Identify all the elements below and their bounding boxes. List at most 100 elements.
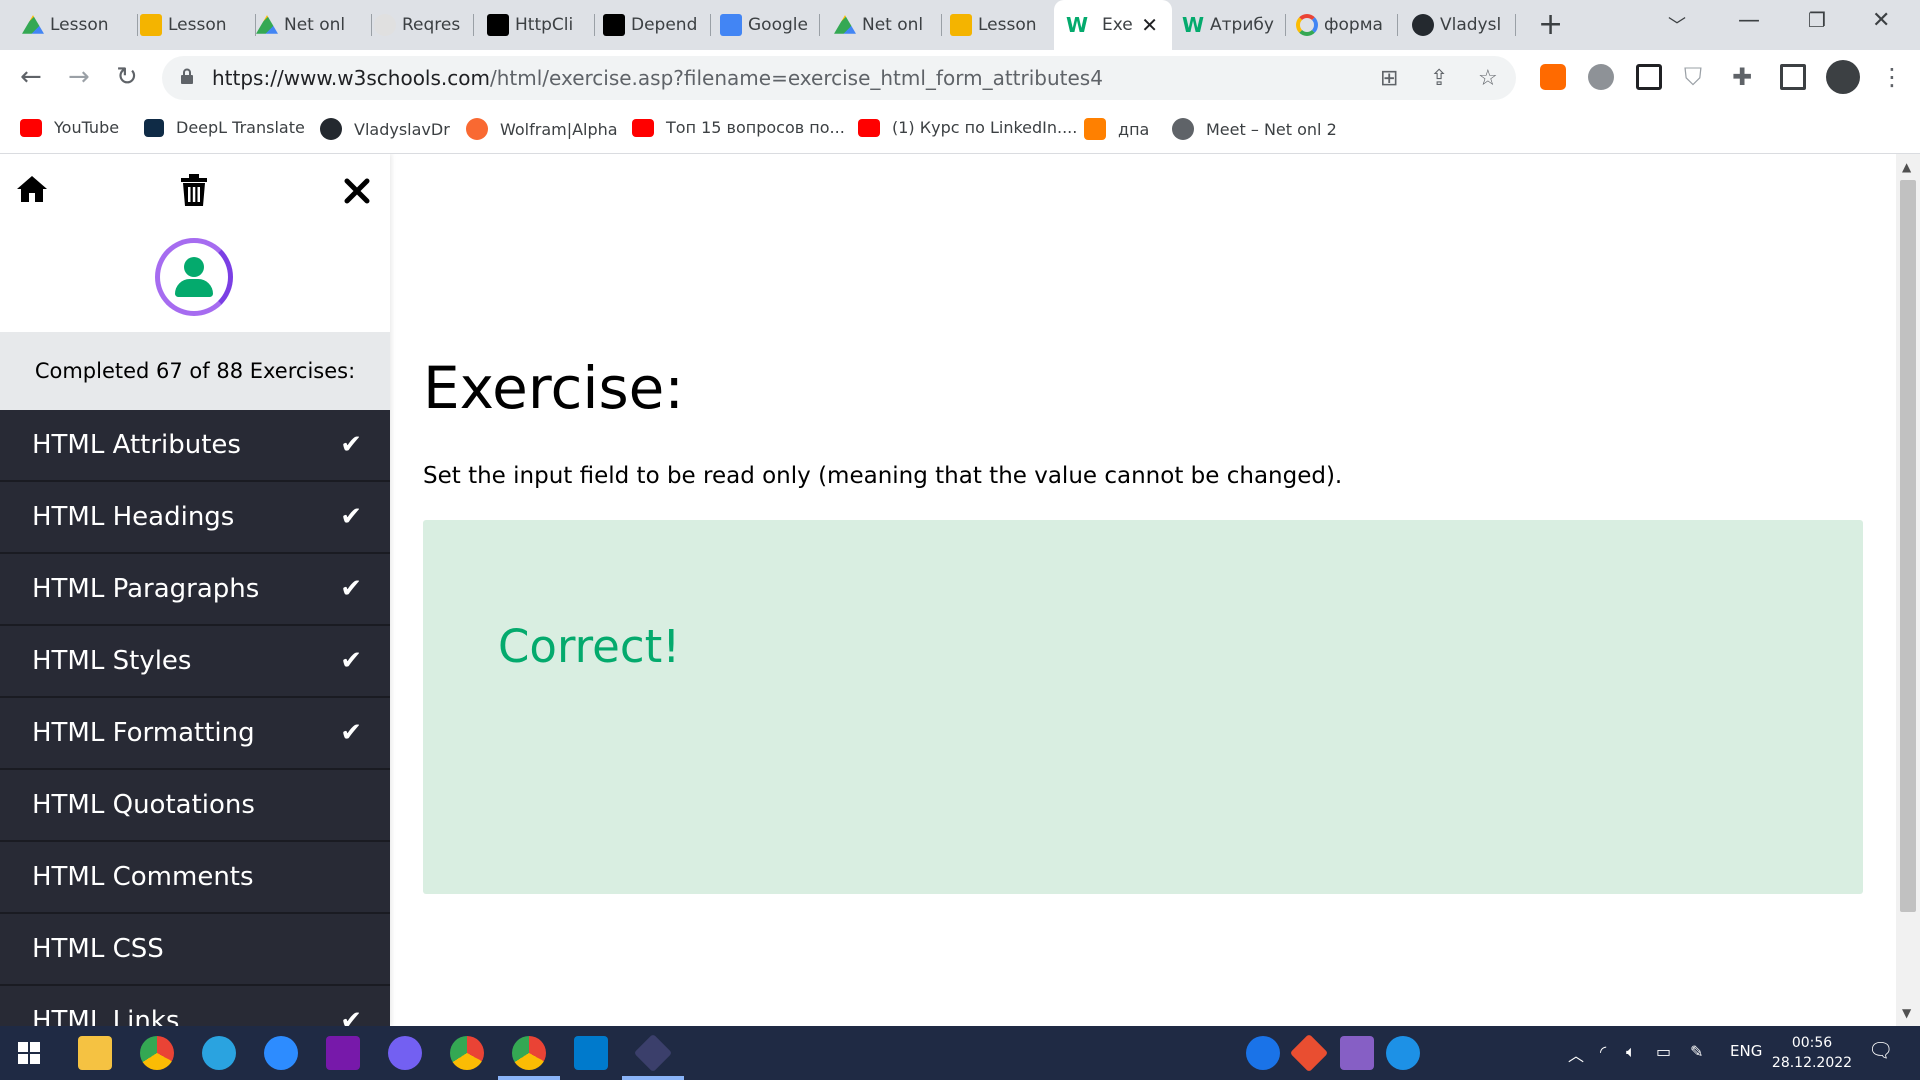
browser-tab-active[interactable]: W Exe ✕ — [1054, 0, 1172, 50]
browser-tab[interactable]: HttpCli — [487, 0, 595, 50]
bookmark-item[interactable]: YouTube — [20, 118, 119, 137]
exercise-title: Exercise: — [423, 354, 684, 422]
medium-icon — [487, 14, 509, 36]
bookmark-label: Meet – Net onl 2 — [1206, 119, 1337, 139]
new-tab-button[interactable]: + — [1538, 10, 1563, 40]
bookmark-item[interactable]: (1) Курс по LinkedIn.... — [858, 118, 1077, 137]
bookmark-item[interactable]: Meet – Net onl 2 — [1172, 118, 1337, 140]
browser-tab[interactable]: Lesson — [950, 0, 1054, 50]
windows-start-icon[interactable] — [18, 1042, 40, 1064]
vscode-icon[interactable] — [574, 1036, 608, 1070]
close-icon[interactable] — [344, 178, 370, 204]
browser-tab[interactable]: форма — [1296, 0, 1398, 50]
network-icon[interactable]: ◜ — [1600, 1042, 1606, 1061]
active-app-indicator — [622, 1076, 684, 1080]
browser-tab-strip: Lesson Lesson Net onl Reqres HttpCli Dep… — [0, 0, 1920, 50]
bookmark-star-icon[interactable]: ☆ — [1478, 66, 1498, 91]
menu-item-html-links[interactable]: HTML Links ✔ — [0, 986, 390, 1026]
chrome-icon[interactable] — [450, 1036, 484, 1070]
extension-icon[interactable] — [1588, 64, 1614, 90]
close-window-icon[interactable]: ✕ — [1872, 8, 1890, 33]
check-icon: ✔ — [340, 502, 362, 532]
browser-tab[interactable]: Lesson — [22, 0, 138, 50]
menu-item-html-quotations[interactable]: HTML Quotations — [0, 770, 390, 842]
exercise-main: Exercise: Set the input field to be read… — [390, 154, 1896, 1026]
avatar-head — [184, 257, 204, 277]
gitkraken-icon[interactable] — [633, 1033, 673, 1073]
browser-tab[interactable]: Lesson — [140, 0, 256, 50]
page-scrollbar[interactable]: ▲ ▼ — [1896, 154, 1920, 1026]
menu-item-html-formatting[interactable]: HTML Formatting ✔ — [0, 698, 390, 770]
visual-studio-icon[interactable] — [1340, 1036, 1374, 1070]
bookmarks-bar: YouTube DeepL Translate VladyslavDr Wolf… — [0, 106, 1920, 154]
browser-tab[interactable]: Reqres — [374, 0, 474, 50]
google-icon — [1296, 14, 1318, 36]
translate-icon[interactable]: ⊞ — [1380, 66, 1398, 91]
check-icon: ✔ — [340, 574, 362, 604]
language-indicator[interactable]: ENG — [1730, 1042, 1762, 1060]
docker-icon[interactable] — [1386, 1036, 1420, 1070]
bookmark-item[interactable]: Топ 15 вопросов по... — [632, 118, 845, 137]
scrollbar-thumb[interactable] — [1900, 180, 1916, 912]
maps-pin-icon[interactable] — [1246, 1036, 1280, 1070]
menu-item-html-css[interactable]: HTML CSS — [0, 914, 390, 986]
onenote-icon[interactable] — [326, 1036, 360, 1070]
trash-icon[interactable] — [180, 174, 208, 206]
share-icon[interactable]: ⇪ — [1430, 66, 1448, 91]
profile-avatar[interactable] — [1826, 60, 1860, 94]
restore-icon[interactable]: ❐ — [1808, 8, 1826, 32]
chrome-icon[interactable] — [140, 1036, 174, 1070]
scroll-down-icon[interactable]: ▼ — [1902, 1006, 1911, 1020]
exercise-description: Set the input field to be read only (mea… — [423, 463, 1343, 489]
bookmark-label: DeepL Translate — [176, 118, 305, 137]
home-icon[interactable] — [16, 174, 48, 204]
browser-tab[interactable]: Vladysl — [1412, 0, 1516, 50]
bookmark-item[interactable]: дпа — [1084, 118, 1149, 140]
viber-icon[interactable] — [388, 1036, 422, 1070]
file-explorer-icon[interactable] — [78, 1036, 112, 1070]
back-icon[interactable]: ← — [20, 62, 42, 92]
extensions-puzzle-icon[interactable]: ✚ — [1732, 64, 1758, 90]
tab-search-icon[interactable]: ﹀ — [1668, 12, 1686, 38]
browser-tab[interactable]: Net onl — [834, 0, 942, 50]
bookmark-item[interactable]: VladyslavDr — [320, 118, 450, 140]
menu-item-html-styles[interactable]: HTML Styles ✔ — [0, 626, 390, 698]
notifications-icon[interactable]: 🗨︎ — [1868, 1038, 1893, 1062]
telegram-icon[interactable] — [202, 1036, 236, 1070]
menu-item-label: HTML Styles — [32, 646, 192, 676]
avatar-body — [175, 279, 213, 297]
pen-icon[interactable]: ✎ — [1690, 1042, 1703, 1061]
reload-icon[interactable]: ↻ — [116, 62, 138, 92]
chrome-active-icon[interactable] — [512, 1036, 546, 1070]
zoom-icon[interactable] — [264, 1036, 298, 1070]
tab-title: Lesson — [50, 15, 109, 35]
scroll-up-icon[interactable]: ▲ — [1902, 160, 1911, 174]
tab-title: Google — [748, 15, 808, 35]
bookmark-item[interactable]: Wolfram|Alpha — [466, 118, 618, 140]
git-tool-icon[interactable] — [1289, 1033, 1329, 1073]
system-clock[interactable]: 00:56 28.12.2022 — [1762, 1033, 1862, 1073]
user-avatar — [155, 238, 233, 316]
picture-in-picture-icon[interactable] — [1636, 64, 1662, 90]
shield-icon[interactable]: ⛉ — [1684, 64, 1710, 90]
address-bar[interactable]: https://www.w3schools.com/html/exercise.… — [162, 56, 1516, 100]
browser-tab[interactable]: Google — [720, 0, 820, 50]
minimize-icon[interactable]: — — [1738, 8, 1760, 33]
progress-text: Completed 67 of 88 Exercises: — [0, 332, 390, 410]
browser-tab[interactable]: W Атрибу — [1182, 0, 1286, 50]
menu-item-html-comments[interactable]: HTML Comments — [0, 842, 390, 914]
forward-icon[interactable]: → — [68, 62, 90, 92]
browser-tab[interactable]: Depend — [603, 0, 711, 50]
bookmark-item[interactable]: DeepL Translate — [144, 118, 305, 137]
menu-item-html-attributes[interactable]: HTML Attributes ✔ — [0, 410, 390, 482]
menu-item-html-headings[interactable]: HTML Headings ✔ — [0, 482, 390, 554]
side-panel-icon[interactable] — [1780, 64, 1806, 90]
menu-kebab-icon[interactable]: ⋮ — [1880, 62, 1904, 92]
menu-item-html-paragraphs[interactable]: HTML Paragraphs ✔ — [0, 554, 390, 626]
volume-icon[interactable]: 🔈︎ — [1626, 1042, 1636, 1062]
show-hidden-icons[interactable]: ︿ — [1568, 1042, 1584, 1066]
battery-icon[interactable]: ▭ — [1656, 1042, 1671, 1061]
browser-tab[interactable]: Net onl — [256, 0, 372, 50]
close-tab-icon[interactable]: ✕ — [1141, 13, 1158, 37]
extension-icon[interactable] — [1540, 64, 1566, 90]
